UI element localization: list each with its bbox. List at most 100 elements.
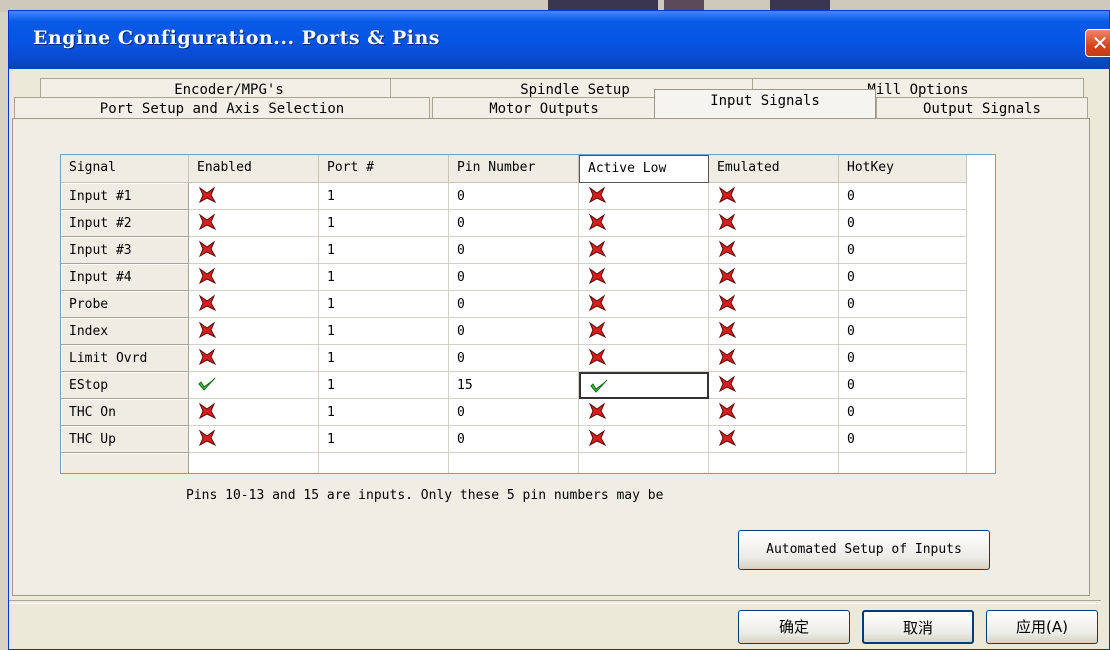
- emulated-cell[interactable]: [709, 372, 839, 399]
- emulated-cell[interactable]: [709, 291, 839, 318]
- table-row[interactable]: Input #3 1 0 0: [61, 237, 967, 264]
- table-row[interactable]: Input #2 1 0 0: [61, 210, 967, 237]
- emulated-cell[interactable]: [709, 183, 839, 210]
- hotkey-cell[interactable]: 0: [839, 399, 967, 426]
- enabled-cell[interactable]: [189, 345, 319, 372]
- emulated-cell[interactable]: [709, 264, 839, 291]
- emulated-cell[interactable]: [709, 210, 839, 237]
- pin-cell[interactable]: 0: [449, 264, 579, 291]
- port-cell[interactable]: 1: [319, 237, 449, 264]
- table-row[interactable]: THC Up 1 0 0: [61, 426, 967, 453]
- pin-cell[interactable]: 0: [449, 345, 579, 372]
- emulated-cell[interactable]: [709, 399, 839, 426]
- enabled-cell[interactable]: [189, 318, 319, 345]
- table-row[interactable]: Probe 1 0 0: [61, 291, 967, 318]
- port-cell[interactable]: 1: [319, 291, 449, 318]
- port-cell[interactable]: 1: [319, 264, 449, 291]
- column-header-port[interactable]: Port #: [319, 155, 449, 183]
- enabled-cell[interactable]: [189, 210, 319, 237]
- signal-cell[interactable]: Probe: [61, 291, 189, 318]
- enabled-cell[interactable]: [189, 264, 319, 291]
- active-low-cell[interactable]: [579, 291, 709, 318]
- pin-cell[interactable]: 15: [449, 372, 579, 399]
- column-header-pin-number[interactable]: Pin Number: [449, 155, 579, 183]
- enabled-cell[interactable]: [189, 291, 319, 318]
- pin-cell[interactable]: 0: [449, 399, 579, 426]
- active-low-cell[interactable]: [579, 318, 709, 345]
- signal-cell[interactable]: EStop: [61, 372, 189, 399]
- emulated-cell[interactable]: [709, 318, 839, 345]
- pin-cell[interactable]: 0: [449, 183, 579, 210]
- table-row[interactable]: Index 1 0 0: [61, 318, 967, 345]
- table-row[interactable]: EStop 1 15 0: [61, 372, 967, 399]
- table-row[interactable]: Input #1 1 0 0: [61, 183, 967, 210]
- port-cell[interactable]: 1: [319, 183, 449, 210]
- active-low-cell[interactable]: [579, 345, 709, 372]
- enabled-cell[interactable]: [189, 399, 319, 426]
- automated-setup-button[interactable]: Automated Setup of Inputs: [738, 530, 990, 570]
- port-cell[interactable]: 1: [319, 372, 449, 399]
- emulated-cell[interactable]: [709, 426, 839, 453]
- signal-cell[interactable]: Input #3: [61, 237, 189, 264]
- tab-output-signals[interactable]: Output Signals: [876, 97, 1088, 119]
- apply-button[interactable]: 应用(A): [986, 610, 1098, 644]
- title-bar[interactable]: Engine Configuration... Ports & Pins ✕: [9, 11, 1110, 69]
- hotkey-cell[interactable]: 0: [839, 210, 967, 237]
- active-low-cell[interactable]: [579, 372, 709, 399]
- hotkey-cell[interactable]: 0: [839, 318, 967, 345]
- table-row[interactable]: Limit Ovrd 1 0 0: [61, 345, 967, 372]
- enabled-cell[interactable]: [189, 183, 319, 210]
- enabled-cell[interactable]: [189, 372, 319, 399]
- hotkey-cell[interactable]: 0: [839, 237, 967, 264]
- pin-cell[interactable]: 0: [449, 237, 579, 264]
- tab-port-setup-and-axis-selection[interactable]: Port Setup and Axis Selection: [14, 97, 430, 119]
- column-header-emulated[interactable]: Emulated: [709, 155, 839, 183]
- column-header-signal[interactable]: Signal: [61, 155, 189, 183]
- ok-button[interactable]: 确定: [738, 610, 850, 644]
- port-cell[interactable]: 1: [319, 210, 449, 237]
- hotkey-cell[interactable]: 0: [839, 291, 967, 318]
- signal-cell[interactable]: Input #2: [61, 210, 189, 237]
- pin-cell[interactable]: 0: [449, 426, 579, 453]
- table-row[interactable]: Input #4 1 0 0: [61, 264, 967, 291]
- tab-input-signals[interactable]: Input Signals: [654, 89, 876, 119]
- active-low-cell[interactable]: [579, 237, 709, 264]
- signal-cell[interactable]: Input #1: [61, 183, 189, 210]
- table-row[interactable]: THC On 1 0 0: [61, 399, 967, 426]
- input-signals-grid: Signal Enabled Port # Pin Number Active Low E…: [60, 154, 996, 474]
- signal-cell[interactable]: Limit Ovrd: [61, 345, 189, 372]
- port-cell[interactable]: 1: [319, 426, 449, 453]
- hotkey-cell[interactable]: 0: [839, 426, 967, 453]
- emulated-cell[interactable]: [709, 237, 839, 264]
- active-low-cell[interactable]: [579, 183, 709, 210]
- port-cell[interactable]: 1: [319, 345, 449, 372]
- active-low-cell[interactable]: [579, 210, 709, 237]
- pin-cell[interactable]: 0: [449, 210, 579, 237]
- column-header-enabled[interactable]: Enabled: [189, 155, 319, 183]
- active-low-cell[interactable]: [579, 264, 709, 291]
- active-low-cell[interactable]: [579, 399, 709, 426]
- column-header-active-low[interactable]: Active Low: [579, 155, 709, 183]
- hotkey-cell[interactable]: 0: [839, 372, 967, 399]
- enabled-cell[interactable]: [189, 426, 319, 453]
- emulated-cell[interactable]: [709, 345, 839, 372]
- port-cell[interactable]: 1: [319, 318, 449, 345]
- tab-motor-outputs[interactable]: Motor Outputs: [432, 97, 656, 119]
- hotkey-cell[interactable]: 0: [839, 264, 967, 291]
- signal-cell[interactable]: THC On: [61, 399, 189, 426]
- cancel-button[interactable]: 取消: [862, 610, 974, 644]
- red-x-icon: [197, 294, 217, 312]
- signal-cell[interactable]: Index: [61, 318, 189, 345]
- hotkey-cell[interactable]: 0: [839, 183, 967, 210]
- signal-cell[interactable]: Input #4: [61, 264, 189, 291]
- signal-cell[interactable]: THC Up: [61, 426, 189, 453]
- pin-cell[interactable]: 0: [449, 318, 579, 345]
- active-low-cell[interactable]: [579, 426, 709, 453]
- close-button[interactable]: ✕: [1085, 29, 1110, 57]
- partial-cell: [319, 453, 449, 473]
- column-header-hotkey[interactable]: HotKey: [839, 155, 967, 183]
- enabled-cell[interactable]: [189, 237, 319, 264]
- hotkey-cell[interactable]: 0: [839, 345, 967, 372]
- pin-cell[interactable]: 0: [449, 291, 579, 318]
- port-cell[interactable]: 1: [319, 399, 449, 426]
